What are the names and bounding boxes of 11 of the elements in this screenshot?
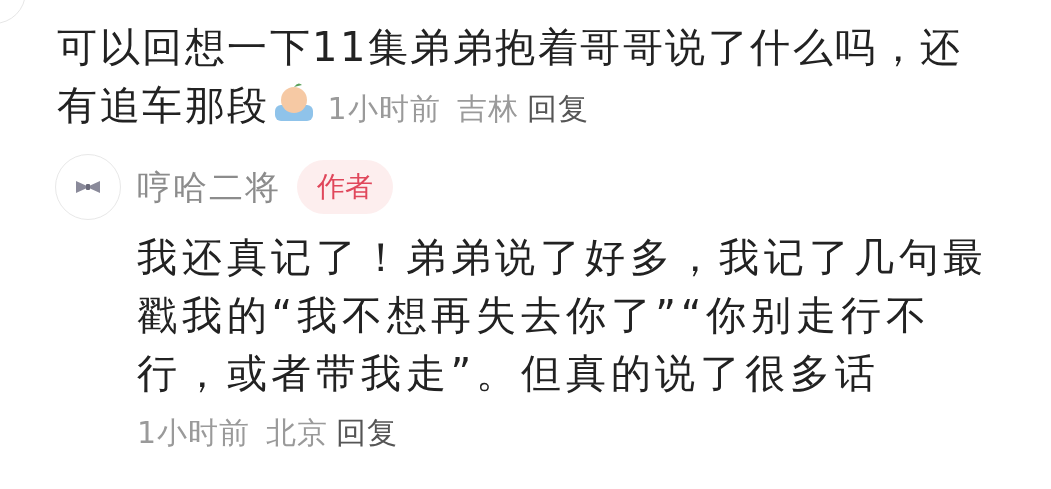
reply-text: 我还真记了！弟弟说了好多，我记了几句最戳我的“我不想再失去你了”“你别走行不行，或者带我走”。但真的说了很多话 bbox=[137, 233, 990, 398]
comment-text: 有追车那段 bbox=[57, 82, 270, 128]
location-text: 北京 bbox=[266, 415, 329, 450]
location-text: 吉林 bbox=[456, 91, 519, 126]
reply-link[interactable]: 回复 bbox=[526, 91, 589, 126]
timestamp: 1小时前 bbox=[327, 91, 441, 126]
reply-link[interactable]: 回复 bbox=[336, 415, 399, 450]
comment-text: 可以回想一下11集弟弟抱着哥哥说了什么吗，还 bbox=[57, 24, 963, 70]
author-tag: 作者 bbox=[297, 160, 393, 214]
bow-icon bbox=[75, 179, 101, 195]
timestamp: 1小时前 bbox=[137, 415, 251, 450]
